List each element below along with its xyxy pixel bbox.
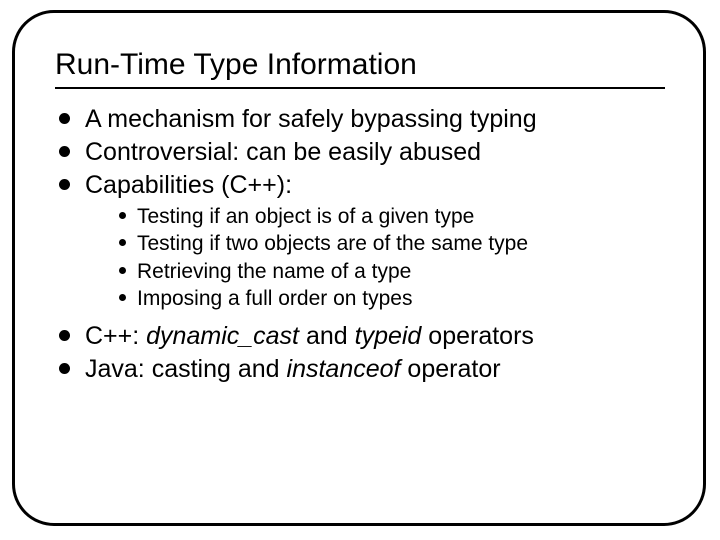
- slide-frame: Run-Time Type Information A mechanism fo…: [12, 10, 706, 526]
- code-term: typeid: [355, 322, 422, 350]
- sub-bullet-item: Retrieving the name of a type: [85, 258, 675, 285]
- bullet-item: C++: dynamic_cast and typeid operators: [55, 320, 675, 352]
- bullet-text-prefix: C++:: [85, 322, 146, 350]
- sub-bullet-text: Imposing a full order on types: [137, 287, 412, 310]
- sub-bullet-item: Testing if an object is of a given type: [85, 203, 675, 230]
- sub-bullet-text: Testing if an object is of a given type: [137, 205, 474, 228]
- title-block: Run-Time Type Information: [55, 47, 675, 89]
- code-term: instanceof: [287, 355, 401, 383]
- code-term: dynamic_cast: [146, 322, 299, 350]
- sub-bullet-item: Testing if two objects are of the same t…: [85, 230, 675, 257]
- bullet-text-suffix: operator: [400, 355, 500, 383]
- bullet-item: Java: casting and instanceof operator: [55, 353, 675, 385]
- bullet-item: A mechanism for safely bypassing typing: [55, 103, 675, 135]
- bullet-item: Controversial: can be easily abused: [55, 136, 675, 168]
- sub-bullet-list: Testing if an object is of a given type …: [85, 203, 675, 312]
- bullet-text-suffix: operators: [421, 322, 534, 350]
- bullet-text-mid: and: [299, 322, 355, 350]
- sub-bullet-item: Imposing a full order on types: [85, 285, 675, 312]
- sub-bullet-text: Retrieving the name of a type: [137, 260, 411, 283]
- bullet-text: Controversial: can be easily abused: [85, 138, 481, 166]
- bullet-text-prefix: Java: casting and: [85, 355, 287, 383]
- bullet-text: A mechanism for safely bypassing typing: [85, 105, 537, 133]
- title-underline: [55, 87, 665, 89]
- slide-body: A mechanism for safely bypassing typing …: [55, 103, 675, 385]
- slide-title: Run-Time Type Information: [55, 47, 675, 86]
- bullet-list: A mechanism for safely bypassing typing …: [55, 103, 675, 385]
- bullet-item: Capabilities (C++): Testing if an object…: [55, 169, 675, 312]
- bullet-text: Capabilities (C++):: [85, 171, 292, 199]
- sub-bullet-text: Testing if two objects are of the same t…: [137, 232, 528, 255]
